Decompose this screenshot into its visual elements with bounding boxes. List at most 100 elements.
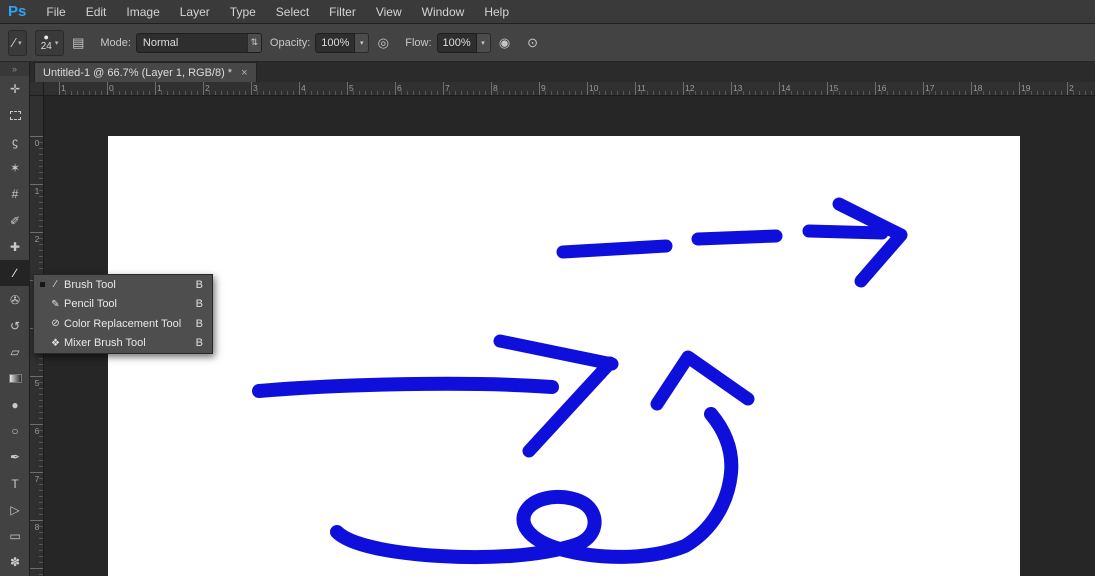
menu-bar: Ps FileEditImageLayerTypeSelectFilterVie… <box>0 0 1095 24</box>
vruler-label: 5 <box>31 378 43 388</box>
crop-tool-icon: # <box>12 187 19 201</box>
tool-preset-picker[interactable]: ∕ ▾ <box>8 30 27 56</box>
hruler-label: 1 <box>61 83 66 93</box>
flyout-item-label: Pencil Tool <box>64 298 196 310</box>
current-tool-square <box>40 282 45 287</box>
airbrush-icon: ◉ <box>499 35 510 51</box>
menu-select[interactable]: Select <box>266 0 319 24</box>
pressure-icon: ⊙ <box>527 35 538 51</box>
path-selection-tool-icon: ▷ <box>10 503 19 517</box>
lasso-tool-icon: ϛ <box>12 135 18 149</box>
chevron-down-icon: ▾ <box>18 39 22 47</box>
flow-control[interactable]: 100% ▾ <box>437 33 491 53</box>
brush-panel-icon: ▤ <box>72 35 84 51</box>
chevron-down-icon: ▾ <box>477 33 491 53</box>
menu-help[interactable]: Help <box>474 0 519 24</box>
hruler-label: 2 <box>1069 83 1074 93</box>
dodge-tool[interactable]: ○ <box>0 418 30 444</box>
brush-preview: ● 24 <box>41 33 52 52</box>
blur-tool[interactable]: ● <box>0 392 30 418</box>
hand-tool[interactable]: ✽ <box>0 549 30 575</box>
toolbar-collapse-button[interactable]: » <box>0 62 30 76</box>
toggle-brush-panel-button[interactable]: ▤ <box>66 31 90 55</box>
eyedropper-tool[interactable]: ✐ <box>0 207 30 233</box>
blur-tool-icon: ● <box>11 398 18 412</box>
crop-tool[interactable]: # <box>0 181 30 207</box>
shortcut-key: B <box>196 298 203 310</box>
mixer-brush-tool-icon: ❖ <box>47 338 64 349</box>
pressure-size-button[interactable]: ⊙ <box>521 31 545 55</box>
shortcut-key: B <box>196 318 203 330</box>
flyout-item-label: Brush Tool <box>64 279 196 291</box>
menu-edit[interactable]: Edit <box>76 0 117 24</box>
path-selection-tool[interactable]: ▷ <box>0 497 30 523</box>
flyout-item-label: Mixer Brush Tool <box>64 337 196 349</box>
airbrush-opacity-pressure-button[interactable]: ◎ <box>371 31 395 55</box>
brush-tool[interactable]: ∕ <box>0 260 30 286</box>
current-tool-marker <box>38 282 47 287</box>
color-replacement-tool-icon: ⊘ <box>47 318 64 329</box>
flyout-item-mixer-brush-tool[interactable]: ❖Mixer Brush ToolB <box>34 334 212 354</box>
opacity-label: Opacity: <box>270 37 310 49</box>
brush-preset-picker[interactable]: ● 24 ▾ <box>35 30 65 56</box>
spot-healing-brush-tool[interactable]: ✚ <box>0 234 30 260</box>
document-tab-bar: Untitled-1 @ 66.7% (Layer 1, RGB/8) * × <box>30 62 1095 82</box>
hruler-label: 15 <box>829 83 838 93</box>
menu-filter[interactable]: Filter <box>319 0 366 24</box>
hruler-label: 6 <box>397 83 402 93</box>
rectangular-marquee-tool[interactable] <box>0 102 30 128</box>
vruler-label: 8 <box>31 522 43 532</box>
gradient-tool[interactable] <box>0 365 30 391</box>
mode-label: Mode: <box>100 37 131 49</box>
hruler-label: 14 <box>781 83 790 93</box>
menu-file[interactable]: File <box>36 0 75 24</box>
menu-layer[interactable]: Layer <box>170 0 220 24</box>
menu-type[interactable]: Type <box>220 0 266 24</box>
canvas[interactable] <box>108 136 1020 576</box>
flyout-item-brush-tool[interactable]: ∕Brush ToolB <box>34 275 212 295</box>
hruler-label: 1 <box>157 83 162 93</box>
document-tab[interactable]: Untitled-1 @ 66.7% (Layer 1, RGB/8) * × <box>34 62 257 82</box>
shortcut-key: B <box>196 337 203 349</box>
flyout-item-color-replacement-tool[interactable]: ⊘Color Replacement ToolB <box>34 314 212 334</box>
menu-image[interactable]: Image <box>116 0 169 24</box>
brush-tool-icon: ∕ <box>14 266 16 280</box>
horizontal-ruler: 10123456789101112131415161718192 <box>30 82 1095 96</box>
move-tool[interactable]: ✛ <box>0 76 30 102</box>
flyout-item-label: Color Replacement Tool <box>64 318 196 330</box>
spot-healing-brush-tool-icon: ✚ <box>10 240 20 254</box>
type-tool[interactable]: T <box>0 470 30 496</box>
hruler-label: 16 <box>877 83 886 93</box>
options-bar: ∕ ▾ ● 24 ▾ ▤ Mode: Normal ⇅ Opacity: 100… <box>0 24 1095 62</box>
lasso-tool[interactable]: ϛ <box>0 129 30 155</box>
rectangle-tool-icon: ▭ <box>9 529 20 543</box>
vruler-label: 1 <box>31 186 43 196</box>
eyedropper-tool-icon: ✐ <box>10 214 20 228</box>
pen-tool[interactable]: ✒ <box>0 444 30 470</box>
hruler-label: 7 <box>445 83 450 93</box>
menu-items: FileEditImageLayerTypeSelectFilterViewWi… <box>36 0 519 24</box>
hruler-label: 4 <box>301 83 306 93</box>
brush-tool-icon: ∕ <box>47 279 64 290</box>
clone-stamp-tool[interactable]: ✇ <box>0 286 30 312</box>
pencil-tool-icon: ✎ <box>47 299 64 310</box>
history-brush-tool[interactable]: ↺ <box>0 313 30 339</box>
airbrush-mode-button[interactable]: ◉ <box>493 31 517 55</box>
rectangle-tool[interactable]: ▭ <box>0 523 30 549</box>
blend-mode-value: Normal <box>137 37 247 49</box>
quick-selection-tool[interactable]: ✶ <box>0 155 30 181</box>
hruler-label: 0 <box>109 83 114 93</box>
flow-label: Flow: <box>405 37 431 49</box>
menu-window[interactable]: Window <box>412 0 475 24</box>
blend-mode-select[interactable]: Normal ⇅ <box>136 33 262 53</box>
opacity-control[interactable]: 100% ▾ <box>315 33 369 53</box>
close-icon[interactable]: × <box>241 67 247 79</box>
hruler-label: 18 <box>973 83 982 93</box>
hruler-label: 2 <box>205 83 210 93</box>
spinner-icon: ⇅ <box>247 34 261 52</box>
flyout-item-pencil-tool[interactable]: ✎Pencil ToolB <box>34 295 212 315</box>
hruler-label: 5 <box>349 83 354 93</box>
eraser-tool[interactable]: ▱ <box>0 339 30 365</box>
menu-view[interactable]: View <box>366 0 412 24</box>
vruler-label: 7 <box>31 474 43 484</box>
